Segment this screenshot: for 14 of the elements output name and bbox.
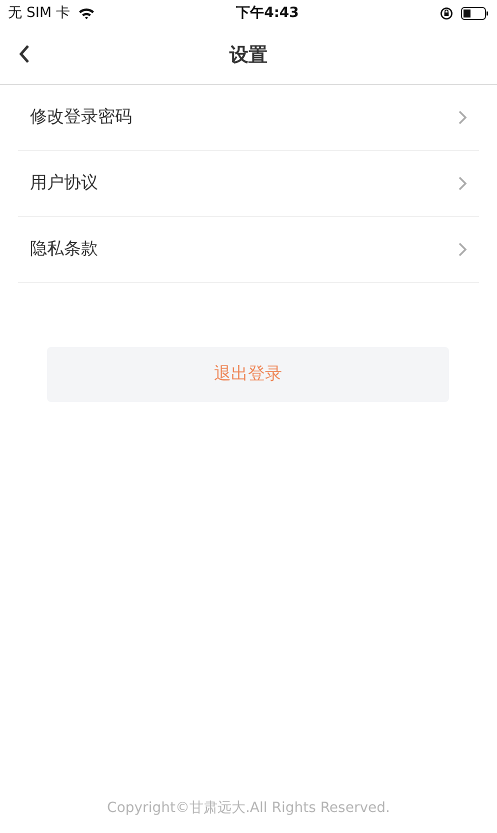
menu-item[interactable]: 用户协议 xyxy=(18,151,479,217)
back-button[interactable] xyxy=(18,44,30,64)
status-time: 下午4:43 xyxy=(235,4,300,22)
wifi-icon xyxy=(78,6,95,20)
menu-item[interactable]: 隐私条款 xyxy=(18,217,479,283)
chevron-right-icon xyxy=(458,110,467,125)
menu-item[interactable]: 修改登录密码 xyxy=(18,85,479,151)
chevron-right-icon xyxy=(458,242,467,257)
copyright-text: Copyright©甘肃远大.All Rights Reserved. xyxy=(106,799,391,818)
page-title: 设置 xyxy=(230,42,268,68)
battery-icon xyxy=(461,6,490,20)
rotation-lock-icon xyxy=(440,6,454,20)
carrier-text: 无 SIM 卡 xyxy=(8,4,70,22)
chevron-right-icon xyxy=(458,176,467,191)
